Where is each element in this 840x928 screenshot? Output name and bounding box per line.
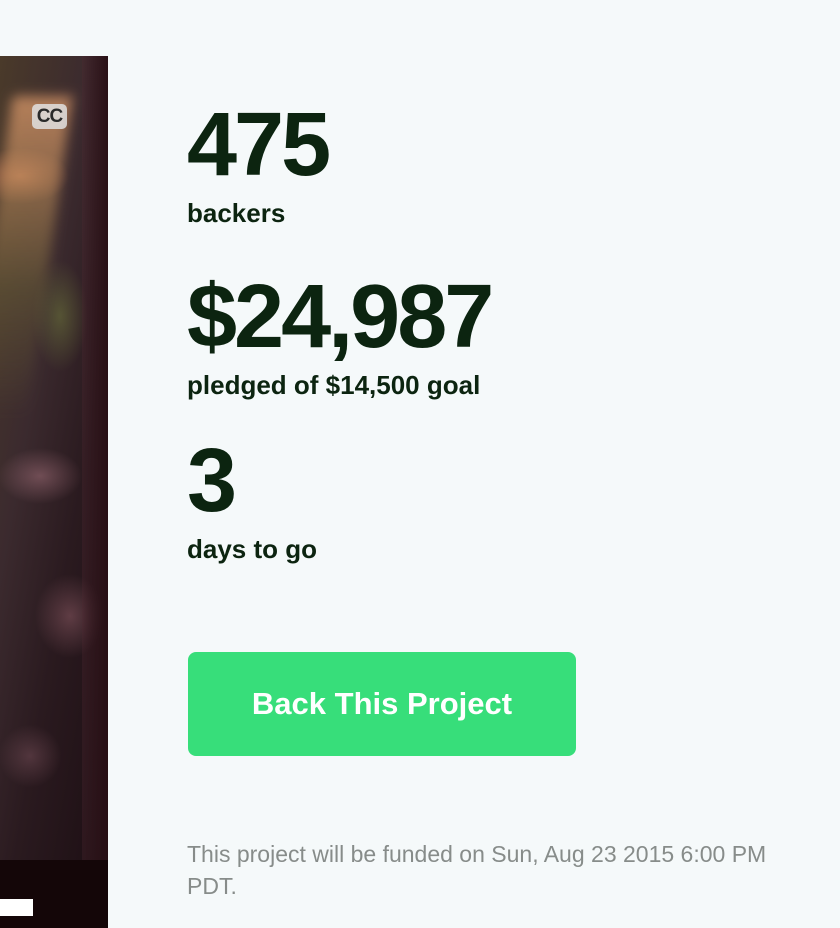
video-frame-shadow xyxy=(82,56,108,928)
backers-count: 475 xyxy=(187,95,331,195)
days-count: 3 xyxy=(187,431,237,531)
backers-label: backers xyxy=(187,198,286,228)
video-controls-bar xyxy=(0,860,108,928)
closed-captions-icon[interactable]: CC xyxy=(32,104,67,129)
backers-stat: 475 backers xyxy=(187,95,331,228)
pledged-amount: $24,987 xyxy=(187,267,494,367)
back-this-project-button[interactable]: Back This Project xyxy=(188,652,576,756)
funding-note: This project will be funded on Sun, Aug … xyxy=(187,841,767,899)
days-stat: 3 days to go xyxy=(187,436,317,564)
days-label: days to go xyxy=(187,534,318,564)
video-frame-highlight xyxy=(0,96,73,416)
video-player[interactable]: CC xyxy=(0,56,108,928)
pledged-stat: $24,987 pledged of $14,500 goal xyxy=(187,267,494,400)
pledged-label: pledged of $14,500 goal xyxy=(187,370,481,400)
video-progress-bar[interactable] xyxy=(0,899,33,916)
